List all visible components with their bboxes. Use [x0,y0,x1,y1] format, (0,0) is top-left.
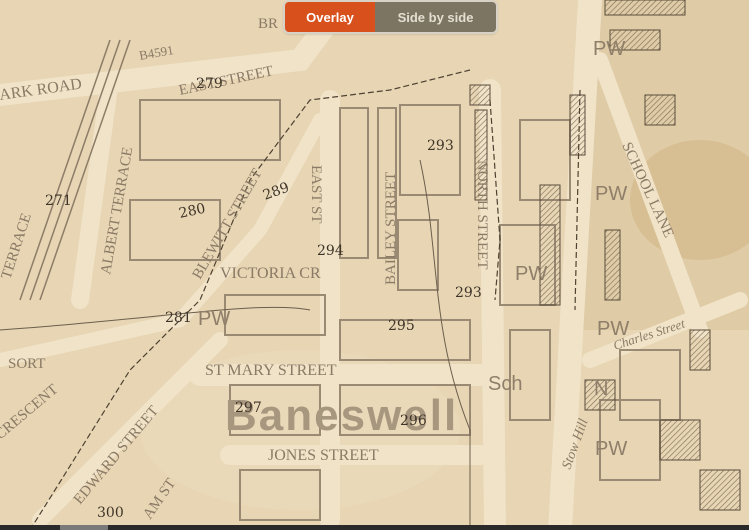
scrollbar-thumb[interactable] [60,525,108,530]
plot-number: 296 [400,413,427,429]
pw-marker: PW [515,263,547,285]
map-viewer[interactable]: ARK ROAD B4591 BR EAST STREET ALBERT TER… [0,0,749,530]
plot-number: 294 [317,243,344,259]
view-mode-toggle: Overlay Side by side [285,2,496,32]
plot-number: 279 [196,76,223,92]
horizontal-scrollbar[interactable] [0,525,749,530]
pw-marker: PW [595,438,627,460]
street-label-st-mary-street: ST MARY STREET [205,362,337,379]
street-label-bailey-street: BAILEY STREET [383,172,399,285]
plot-number: 293 [455,285,482,301]
north-marker: N [594,378,608,400]
pw-marker: PW [597,318,629,340]
side-by-side-button[interactable]: Side by side [375,2,496,32]
plot-number: 297 [235,400,262,416]
street-label-north-street: NORTH STREET [474,160,490,270]
overlay-button[interactable]: Overlay [285,2,375,32]
plot-number: 271 [45,193,72,209]
street-label-jones-street: JONES STREET [268,447,379,464]
historic-map[interactable]: ARK ROAD B4591 BR EAST STREET ALBERT TER… [0,0,749,530]
street-label-sort: SORT [8,356,45,372]
street-label-east-st: EAST ST [308,165,324,223]
plot-number: 295 [388,318,415,334]
plot-number: 293 [427,138,454,154]
pw-marker: PW [198,308,230,330]
plot-number: 300 [97,505,124,521]
street-label-br: BR [258,16,278,32]
pw-marker: PW [593,38,625,60]
plot-number: 281 [165,310,192,326]
pw-marker: PW [595,183,627,205]
school-marker: Sch [488,373,522,395]
street-label-victoria-cr: VICTORIA CR [220,265,321,282]
